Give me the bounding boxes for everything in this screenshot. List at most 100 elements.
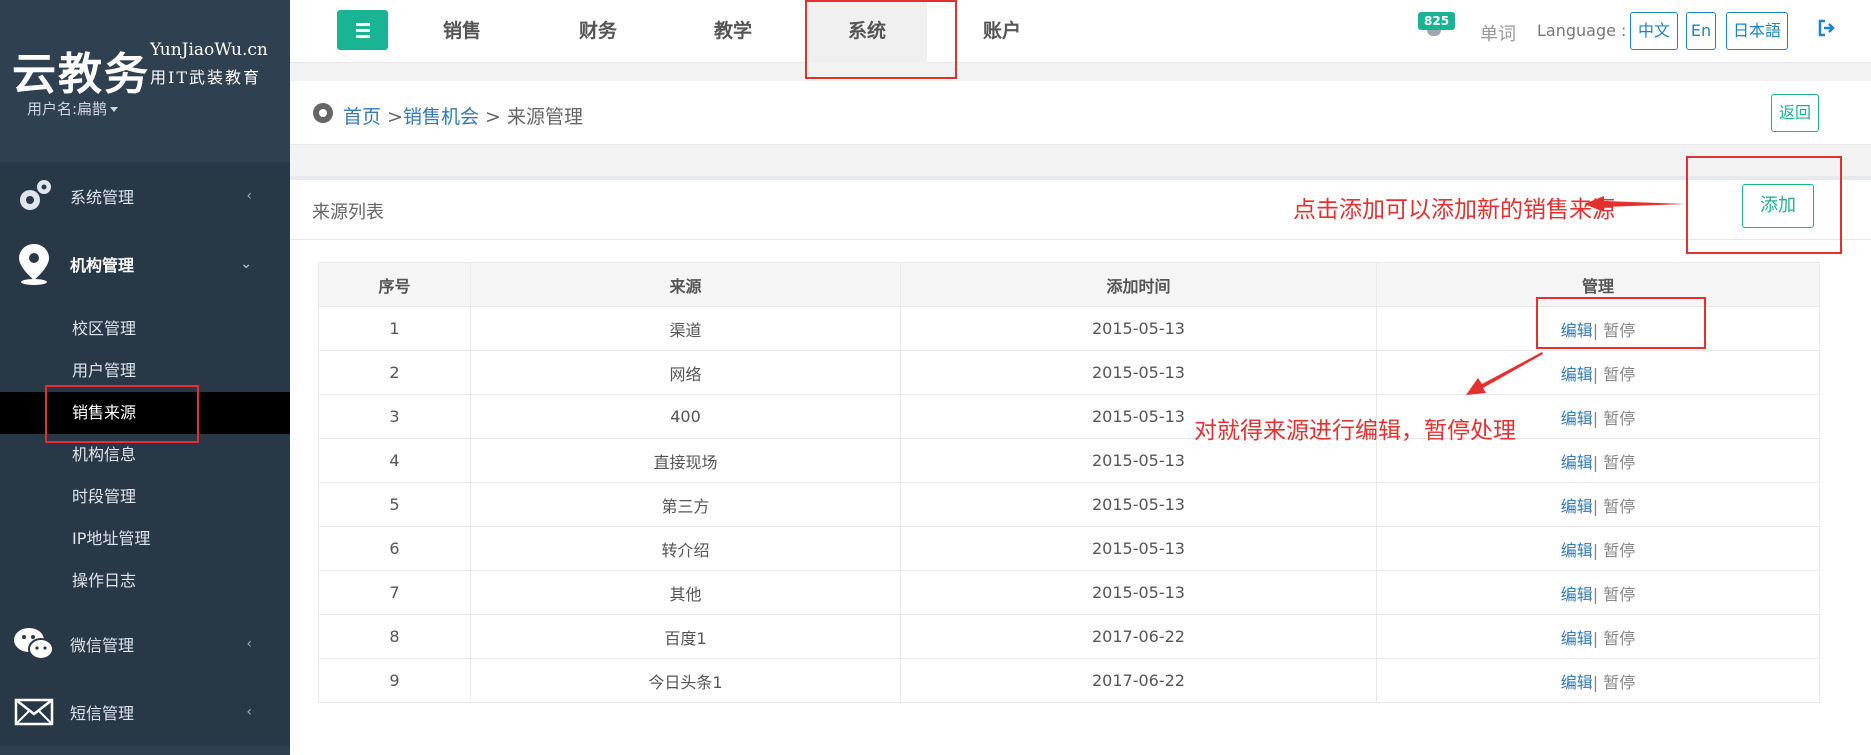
col-header-date: 添加时间: [900, 262, 1377, 307]
pause-link[interactable]: 暂停: [1603, 673, 1635, 692]
cell-date: 2015-05-13: [900, 438, 1377, 483]
chevron-left-icon: ‹: [246, 704, 252, 720]
pause-link[interactable]: 暂停: [1603, 453, 1635, 472]
sub-item-sales-source[interactable]: 销售来源: [0, 385, 290, 443]
breadcrumb-sep: >: [381, 106, 403, 128]
cell-no: 3: [318, 394, 471, 439]
pause-link[interactable]: 暂停: [1603, 365, 1635, 384]
separator: |: [1592, 364, 1604, 384]
lang-english-button[interactable]: En: [1686, 12, 1716, 50]
sidebar-item-label: 微信管理: [70, 636, 135, 655]
sub-item-campus[interactable]: 校区管理: [0, 308, 290, 350]
cell-source: 其他: [470, 570, 901, 615]
separator: |: [1592, 672, 1604, 692]
sub-item-operation-log[interactable]: 操作日志: [0, 560, 290, 602]
cell-manage: 编辑| 暂停: [1376, 482, 1820, 527]
cell-manage: 编辑| 暂停: [1376, 614, 1820, 659]
chevron-left-icon: ‹: [246, 636, 252, 652]
pause-link[interactable]: 暂停: [1603, 409, 1635, 428]
tab-sales[interactable]: 销售: [402, 0, 522, 63]
pause-link[interactable]: 暂停: [1603, 629, 1635, 648]
breadcrumb-bar: 首页 >销售机会 > 来源管理 返回: [290, 81, 1871, 145]
sidebar-item-system[interactable]: 系统管理 ‹: [0, 162, 290, 230]
word-link[interactable]: 单词: [1480, 20, 1516, 46]
table-row: 8 百度1 2017-06-22 编辑| 暂停: [318, 614, 1820, 659]
add-button[interactable]: 添加: [1742, 184, 1814, 228]
hamburger-icon: [355, 22, 370, 26]
cell-no: 4: [318, 438, 471, 483]
cell-no: 2: [318, 350, 471, 395]
sub-item-org-info[interactable]: 机构信息: [0, 434, 290, 476]
sign-out-icon[interactable]: [1818, 19, 1836, 42]
cell-no: 7: [318, 570, 471, 615]
sidebar-item-sms[interactable]: 短信管理 ‹: [0, 678, 290, 746]
brand-slogan: 用IT武装教育: [150, 68, 261, 87]
edit-link[interactable]: 编辑: [1561, 629, 1593, 648]
tab-system[interactable]: 系统: [805, 0, 957, 79]
location-pin-icon: [12, 242, 56, 286]
pause-link[interactable]: 暂停: [1603, 585, 1635, 604]
annotation-arrow-icon: [1466, 352, 1543, 395]
tab-teaching[interactable]: 教学: [673, 0, 793, 63]
lang-japanese-button[interactable]: 日本語: [1726, 12, 1788, 50]
edit-link[interactable]: 编辑: [1561, 497, 1593, 516]
pause-link[interactable]: 暂停: [1603, 541, 1635, 560]
tab-finance[interactable]: 财务: [538, 0, 658, 63]
breadcrumb-current: > 来源管理: [479, 106, 583, 128]
edit-link[interactable]: 编辑: [1561, 673, 1593, 692]
back-button[interactable]: 返回: [1771, 94, 1819, 132]
cell-manage: 编辑| 暂停: [1376, 350, 1820, 395]
separator: |: [1592, 540, 1604, 560]
lang-chinese-button[interactable]: 中文: [1630, 12, 1678, 50]
table-body: 1 渠道 2015-05-13 编辑| 暂停 2 网络 2015-05-13 编辑| 暂停 3 4…: [318, 306, 1820, 703]
edit-link[interactable]: 编辑: [1561, 585, 1593, 604]
cell-date: 2015-05-13: [900, 306, 1377, 351]
table-row: 5 第三方 2015-05-13 编辑| 暂停: [318, 482, 1820, 527]
pause-link[interactable]: 暂停: [1603, 497, 1635, 516]
sidebar-item-label: 系统管理: [70, 188, 135, 207]
separator: |: [1592, 496, 1604, 516]
cell-source: 第三方: [470, 482, 901, 527]
table-row: 2 网络 2015-05-13 编辑| 暂停: [318, 350, 1820, 395]
manage-highlight-frame: [1536, 297, 1706, 349]
edit-link[interactable]: 编辑: [1561, 541, 1593, 560]
separator: |: [1592, 452, 1604, 472]
tab-account[interactable]: 账户: [942, 0, 1062, 63]
cell-manage: 编辑| 暂停: [1376, 526, 1820, 571]
breadcrumb-home[interactable]: 首页: [343, 106, 381, 128]
caret-down-icon: [110, 107, 119, 112]
cell-manage: 编辑| 暂停: [1376, 570, 1820, 615]
sidebar-item-label: 短信管理: [70, 704, 135, 723]
panel-header: 来源列表 点击添加可以添加新的销售来源 添加: [290, 156, 1871, 254]
message-icon: [1427, 30, 1441, 36]
sidebar-item-organization[interactable]: 机构管理 ⌄: [0, 230, 290, 298]
menu-toggle-button[interactable]: [337, 10, 388, 50]
table-row: 9 今日头条1 2017-06-22 编辑| 暂停: [318, 658, 1820, 703]
annotation-add-note: 点击添加可以添加新的销售来源: [1293, 197, 1615, 223]
separator: |: [1592, 408, 1604, 428]
annotation-edit-note: 对就得来源进行编辑，暂停处理: [1194, 418, 1516, 444]
brand-logo: 云教务 YunJiaoWu.cn 用IT武装教育 用户名:扁鹊: [0, 0, 290, 162]
user-dropdown[interactable]: 用户名:扁鹊: [27, 98, 119, 119]
gears-icon: [12, 174, 56, 218]
location-marker-icon: [313, 103, 333, 123]
notification-badge[interactable]: 825: [1418, 12, 1456, 30]
cell-no: 9: [318, 658, 471, 703]
separator: |: [1592, 628, 1604, 648]
cell-source: 渠道: [470, 306, 901, 351]
source-list-panel: 来源列表 点击添加可以添加新的销售来源 添加 序号 来源 添加时间 管理 1 渠道…: [290, 156, 1871, 755]
separator: |: [1592, 584, 1604, 604]
edit-link[interactable]: 编辑: [1561, 409, 1593, 428]
edit-link[interactable]: 编辑: [1561, 365, 1593, 384]
cell-no: 6: [318, 526, 471, 571]
edit-link[interactable]: 编辑: [1561, 453, 1593, 472]
envelope-icon: [12, 690, 56, 734]
sub-item-time-slots[interactable]: 时段管理: [0, 476, 290, 518]
sub-item-ip-address[interactable]: IP地址管理: [0, 518, 290, 560]
cell-source: 直接现场: [470, 438, 901, 483]
cell-date: 2015-05-13: [900, 526, 1377, 571]
cell-no: 1: [318, 306, 471, 351]
sidebar-item-wechat[interactable]: 微信管理 ‹: [0, 610, 290, 678]
sidebar-menu: 系统管理 ‹ 机构管理 ⌄ 校区管理 用户管理 销售来源 机构信息 时段管理 I…: [0, 162, 290, 746]
breadcrumb-sales-opportunity[interactable]: 销售机会: [403, 106, 479, 128]
